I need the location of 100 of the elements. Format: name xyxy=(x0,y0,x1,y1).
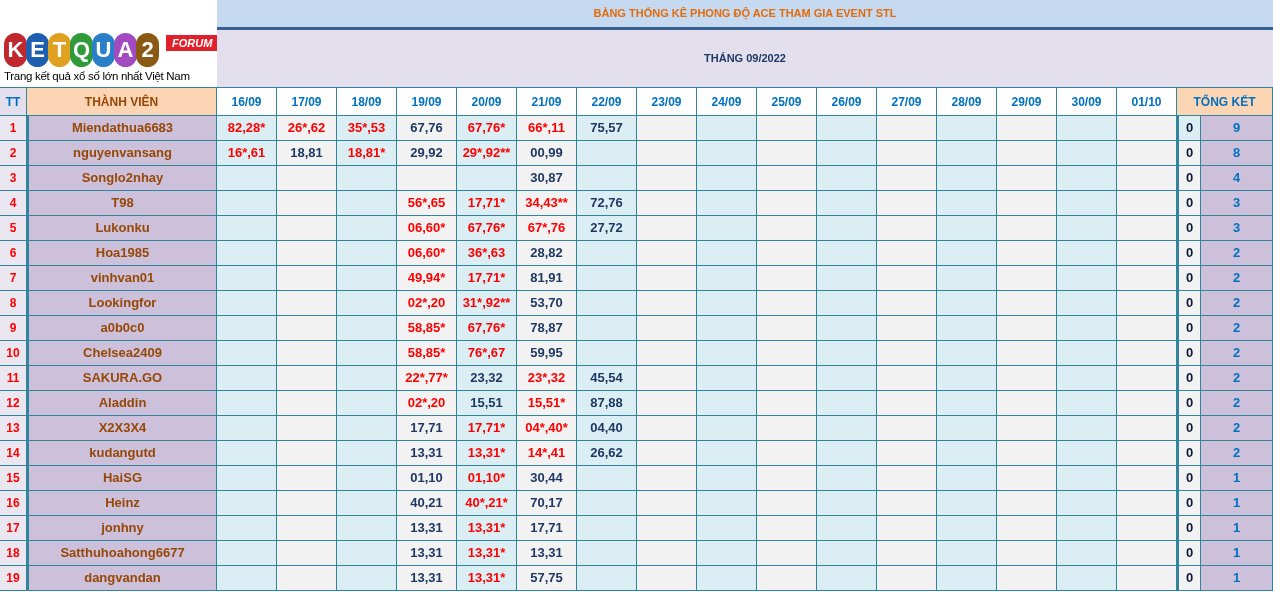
zero-cell: 0 xyxy=(1177,366,1201,391)
score-cell: 18,81 xyxy=(277,141,337,166)
score-cell: 13,31 xyxy=(517,541,577,566)
score-cell: 78,87 xyxy=(517,316,577,341)
row-number: 1 xyxy=(0,116,27,141)
score-cell: 29*,92** xyxy=(457,141,517,166)
zero-cell: 0 xyxy=(1177,541,1201,566)
total-cell: 9 xyxy=(1201,116,1273,141)
member-name: kudangutd xyxy=(27,441,217,466)
total-cell: 2 xyxy=(1201,266,1273,291)
score-cell: 40,21 xyxy=(397,491,457,516)
row-number: 4 xyxy=(0,191,27,216)
score-cell: 18,81* xyxy=(337,141,397,166)
forum-badge: FORUM xyxy=(166,35,219,51)
score-cell: 34,43** xyxy=(517,191,577,216)
score-cell: 27,72 xyxy=(577,216,637,241)
score-cell: 59,95 xyxy=(517,341,577,366)
row-number: 10 xyxy=(0,341,27,366)
score-cell: 57,75 xyxy=(517,566,577,591)
score-cell: 67,76* xyxy=(457,116,517,141)
score-cell: 53,70 xyxy=(517,291,577,316)
score-cell: 67,76 xyxy=(397,116,457,141)
total-cell: 2 xyxy=(1201,316,1273,341)
score-cell: 26,62 xyxy=(577,441,637,466)
zero-cell: 0 xyxy=(1177,416,1201,441)
score-cell: 01,10 xyxy=(397,466,457,491)
score-cell: 13,31 xyxy=(397,566,457,591)
row-number: 6 xyxy=(0,241,27,266)
zero-cell: 0 xyxy=(1177,341,1201,366)
member-name: SAKURA.GO xyxy=(27,366,217,391)
month-label: THÁNG 09/2022 xyxy=(217,30,1273,88)
zero-cell: 0 xyxy=(1177,216,1201,241)
score-cell: 29,92 xyxy=(397,141,457,166)
member-name: Satthuhoahong6677 xyxy=(27,541,217,566)
date-header: 29/09 xyxy=(997,88,1057,116)
score-cell: 13,31 xyxy=(397,541,457,566)
total-cell: 3 xyxy=(1201,216,1273,241)
score-cell: 13,31* xyxy=(457,516,517,541)
score-cell: 17,71* xyxy=(457,266,517,291)
row-number: 14 xyxy=(0,441,27,466)
score-cell: 17,71* xyxy=(457,191,517,216)
score-cell: 04*,40* xyxy=(517,416,577,441)
member-name: HaiSG xyxy=(27,466,217,491)
total-cell: 8 xyxy=(1201,141,1273,166)
score-cell: 17,71* xyxy=(457,416,517,441)
member-name: X2X3X4 xyxy=(27,416,217,441)
score-cell: 01,10* xyxy=(457,466,517,491)
total-cell: 2 xyxy=(1201,366,1273,391)
member-name: Chelsea2409 xyxy=(27,341,217,366)
row-number: 16 xyxy=(0,491,27,516)
score-cell: 40*,21* xyxy=(457,491,517,516)
member-name: Lookingfor xyxy=(27,291,217,316)
score-cell: 58,85* xyxy=(397,316,457,341)
score-cell: 14*,41 xyxy=(517,441,577,466)
score-cell: 17,71 xyxy=(397,416,457,441)
score-cell: 75,57 xyxy=(577,116,637,141)
total-cell: 1 xyxy=(1201,516,1273,541)
total-cell: 2 xyxy=(1201,441,1273,466)
date-header: 21/09 xyxy=(517,88,577,116)
date-header: 20/09 xyxy=(457,88,517,116)
score-cell: 13,31* xyxy=(457,566,517,591)
date-header: 27/09 xyxy=(877,88,937,116)
logo-tagline: Trang kết quả xổ số lớn nhất Việt Nam xyxy=(4,69,190,84)
score-cell: 30,44 xyxy=(517,466,577,491)
row-number: 8 xyxy=(0,291,27,316)
score-cell: 13,31* xyxy=(457,541,517,566)
member-name: Heinz xyxy=(27,491,217,516)
date-header: 01/10 xyxy=(1117,88,1177,116)
zero-cell: 0 xyxy=(1177,266,1201,291)
sheet-title: BẢNG THỐNG KÊ PHONG ĐỘ ACE THAM GIA EVENT STL xyxy=(217,0,1273,30)
member-name: Songlo2nhay xyxy=(27,166,217,191)
score-cell: 06,60* xyxy=(397,216,457,241)
zero-cell: 0 xyxy=(1177,316,1201,341)
zero-cell: 0 xyxy=(1177,116,1201,141)
total-cell: 1 xyxy=(1201,466,1273,491)
zero-cell: 0 xyxy=(1177,291,1201,316)
total-cell: 3 xyxy=(1201,191,1273,216)
score-cell: 67*,76 xyxy=(517,216,577,241)
score-cell: 56*,65 xyxy=(397,191,457,216)
zero-cell: 0 xyxy=(1177,241,1201,266)
date-header: 24/09 xyxy=(697,88,757,116)
row-number: 11 xyxy=(0,366,27,391)
row-number: 3 xyxy=(0,166,27,191)
column-header: TỔNG KẾT xyxy=(1177,88,1273,116)
date-header: 16/09 xyxy=(217,88,277,116)
score-cell: 87,88 xyxy=(577,391,637,416)
row-number: 13 xyxy=(0,416,27,441)
score-cell: 06,60* xyxy=(397,241,457,266)
score-cell: 23,32 xyxy=(457,366,517,391)
zero-cell: 0 xyxy=(1177,166,1201,191)
zero-cell: 0 xyxy=(1177,566,1201,591)
total-cell: 2 xyxy=(1201,391,1273,416)
row-number: 19 xyxy=(0,566,27,591)
score-cell: 23*,32 xyxy=(517,366,577,391)
zero-cell: 0 xyxy=(1177,491,1201,516)
score-cell: 49,94* xyxy=(397,266,457,291)
total-cell: 2 xyxy=(1201,416,1273,441)
total-cell: 4 xyxy=(1201,166,1273,191)
score-cell: 02*,20 xyxy=(397,291,457,316)
row-number: 18 xyxy=(0,541,27,566)
